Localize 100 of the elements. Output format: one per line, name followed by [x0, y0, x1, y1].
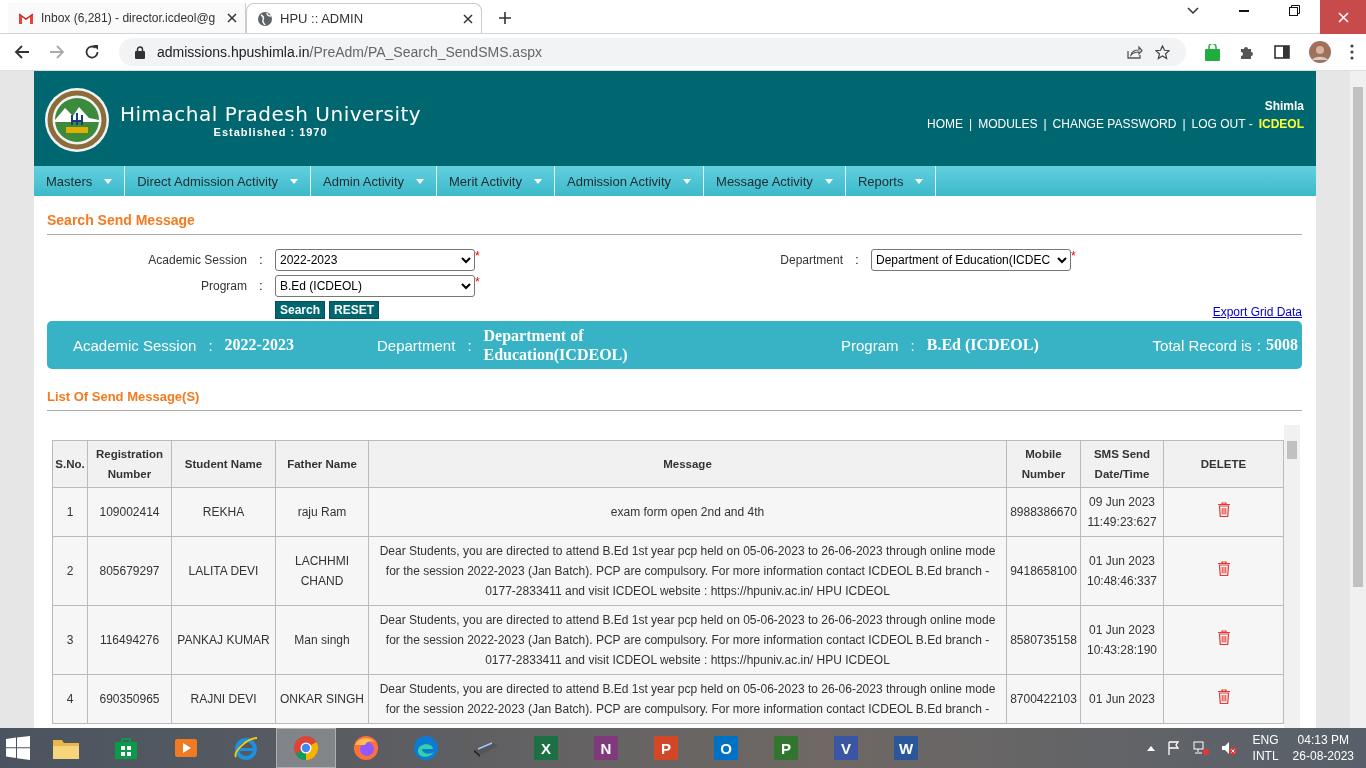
more-icon[interactable]	[1350, 44, 1354, 60]
separator-text: :	[258, 279, 264, 293]
shopping-bag-icon[interactable]	[1205, 43, 1220, 61]
nav-link[interactable]: MODULES	[978, 117, 1038, 131]
taskbar-app[interactable]: V	[816, 728, 876, 768]
summary-label: Program	[841, 336, 899, 354]
clock-time[interactable]: 04:13 PM	[1297, 732, 1349, 748]
dropdown-field[interactable]: B.Ed (ICDEOL)	[275, 275, 475, 297]
globe-icon	[257, 10, 273, 27]
table-cell: 3	[52, 605, 88, 675]
clock-date[interactable]: 26-08-2023	[1292, 748, 1354, 764]
close-icon	[1337, 11, 1349, 23]
trash-icon[interactable]	[1217, 688, 1230, 704]
keyboard-layout[interactable]: INTL	[1252, 748, 1279, 764]
menu-item[interactable]: Message Activity	[704, 166, 846, 196]
taskbar-app[interactable]: W	[876, 728, 936, 768]
form-button[interactable]: RESET	[329, 301, 380, 319]
summary-label: Academic Session	[73, 336, 197, 354]
column-header: Registration Number	[87, 440, 172, 488]
star-icon[interactable]	[1155, 44, 1170, 60]
separator-text: |	[1182, 117, 1186, 131]
table-cell: PANKAJ KUMAR	[171, 605, 276, 675]
restore-icon[interactable]	[1289, 5, 1300, 16]
taskbar-app[interactable]: P	[756, 728, 816, 768]
table-cell: REKHA	[171, 487, 276, 537]
app-icon: X	[534, 736, 558, 760]
taskbar-app[interactable]: P	[636, 728, 696, 768]
caret-icon[interactable]	[1146, 745, 1155, 751]
share-icon[interactable]	[1127, 45, 1143, 59]
muted-speaker-icon[interactable]	[1220, 741, 1237, 755]
tab-title: HPU :: ADMIN	[280, 11, 365, 26]
side-panel-icon[interactable]	[1274, 45, 1290, 59]
avatar[interactable]	[1309, 41, 1331, 63]
edge-icon	[413, 735, 439, 761]
new-tab-icon[interactable]	[498, 11, 512, 25]
back-icon[interactable]	[14, 44, 30, 60]
table-cell: 690350965	[87, 674, 172, 724]
established-text: Established : 1970	[213, 125, 328, 138]
caret-icon	[915, 178, 924, 184]
nav-link[interactable]: HOME	[927, 117, 963, 131]
table-cell: 09 Jun 2023 11:49:23:627	[1080, 487, 1164, 537]
separator-text: :	[909, 336, 916, 354]
dropdown-field[interactable]: Department of Education(ICDEC	[871, 249, 1071, 271]
field-label: Department	[779, 253, 843, 267]
table-cell: 116494276	[87, 605, 172, 675]
flag-icon[interactable]	[1166, 741, 1181, 755]
language-indicator[interactable]: ENG	[1252, 732, 1279, 748]
field-label: Program	[200, 279, 247, 293]
firefox-icon	[353, 735, 379, 761]
summary-label: Total Record is	[1152, 336, 1252, 354]
menu-item[interactable]: Admin Activity	[311, 166, 438, 196]
table-cell: RAJNI DEVI	[171, 674, 276, 724]
close-icon[interactable]	[227, 13, 237, 23]
trash-icon[interactable]	[1217, 501, 1230, 517]
scrollbar[interactable]	[1350, 71, 1366, 728]
dropdown-icon[interactable]	[1187, 6, 1199, 15]
puzzle-icon[interactable]	[1239, 44, 1255, 60]
menu-item[interactable]: Direct Admission Activity	[125, 166, 312, 196]
form-button[interactable]: Search	[275, 301, 326, 319]
reload-icon[interactable]	[84, 44, 100, 60]
taskbar-app[interactable]: X	[516, 728, 576, 768]
menu-item[interactable]: Masters	[34, 166, 126, 196]
caret-icon	[534, 178, 542, 184]
required-mark: *	[475, 275, 481, 289]
table-cell: 01 Jun 2023 10:43:28:190	[1080, 605, 1164, 675]
table-cell: 2	[52, 536, 88, 606]
column-header: Student Name	[171, 440, 276, 488]
section-title: Search Send Message	[47, 211, 196, 228]
table-cell: 8700422103	[1006, 674, 1081, 724]
menu-item[interactable]: Reports	[845, 166, 937, 196]
table-cell: Dear Students, you are directed to attend B.Ed 1st year pcp held on 05-06-2023 to 26-06-2023 through online mode for the session 2022-2023 (Jan Batch). PCP are compulsory. For more information contact ICDEOL B.Ed branch - 0177-2833411 and visit ICDEOL website : https://hpuniv.ac.in/ HPU ICDEOL	[368, 536, 1007, 606]
table-cell: 01 Jun 2023 10:48:46:337	[1080, 536, 1164, 606]
menu-item[interactable]: Admission Activity	[555, 166, 705, 196]
menu-item[interactable]: Merit Activity	[437, 166, 555, 196]
logout-link[interactable]: LOG OUT -	[1191, 117, 1253, 131]
trash-icon[interactable]	[1217, 629, 1230, 645]
taskbar-app[interactable]: N	[576, 728, 636, 768]
caret-icon	[824, 178, 833, 184]
export-link[interactable]: Export Grid Data	[1212, 305, 1302, 319]
separator-text: |	[1043, 117, 1047, 131]
required-mark: *	[1071, 249, 1077, 263]
separator-text: :	[207, 336, 214, 354]
city-label: Shimla	[1264, 99, 1304, 113]
windows-start-icon[interactable]	[6, 736, 30, 760]
dropdown-field[interactable]: 2022-2023	[275, 249, 475, 271]
column-header: S.No.	[52, 440, 88, 488]
nav-link[interactable]: CHANGE PASSWORD	[1052, 117, 1177, 131]
scrollbar[interactable]	[1284, 425, 1300, 728]
separator-text: :	[258, 253, 264, 267]
media-player-icon	[174, 736, 198, 760]
address-field[interactable]: admissions.hpushimla.in/PreAdm/PA_Search_SendSMS.aspx	[119, 38, 1186, 66]
browser-tab[interactable]: Inbox (6,281) - director.icdeol@g	[8, 3, 246, 33]
network-icon[interactable]	[1192, 741, 1209, 755]
taskbar-app[interactable]: O	[696, 728, 756, 768]
lock-icon	[135, 45, 145, 59]
close-icon[interactable]	[463, 13, 473, 24]
column-header: Message	[368, 440, 1007, 488]
table-cell: exam form open 2nd and 4th	[368, 487, 1007, 537]
trash-icon[interactable]	[1217, 560, 1230, 576]
browser-tab[interactable]: HPU :: ADMIN	[246, 3, 482, 33]
